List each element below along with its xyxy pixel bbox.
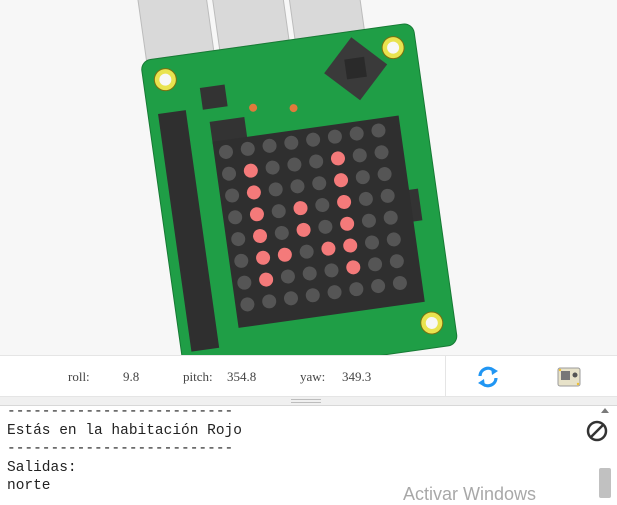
pane-splitter[interactable] [0, 397, 617, 406]
console-scrollbar[interactable] [597, 406, 613, 503]
console-line: -------------------------- [7, 441, 234, 457]
refresh-button[interactable] [472, 363, 504, 391]
pitch-value: 354.8 [227, 369, 257, 384]
pitch-label: pitch: [183, 369, 213, 384]
console-line: Estás en la habitación Rojo [7, 422, 242, 439]
roll-value: 9.8 [123, 369, 140, 384]
orientation-readout: roll: 9.8 pitch: 354.8 yaw: 349.3 [0, 355, 617, 397]
console-line: Salidas: [7, 459, 77, 476]
console-line: norte [7, 478, 51, 494]
scroll-thumb[interactable] [599, 468, 611, 498]
chip [199, 84, 228, 110]
sense-hat-icon [557, 367, 581, 387]
yaw-label: yaw: [300, 369, 326, 384]
sense-hat-emulator[interactable] [0, 0, 617, 355]
console-line: -------------------------- [7, 406, 234, 420]
splitter-grip[interactable] [291, 399, 321, 403]
activate-windows-watermark: Activar Windows [403, 484, 537, 504]
scroll-up-arrow[interactable] [601, 408, 609, 413]
roll-label: roll: [68, 369, 90, 384]
yaw-value: 349.3 [342, 369, 372, 384]
refresh-icon [478, 366, 498, 388]
sense-hat-button[interactable] [554, 363, 584, 391]
readout-divider [445, 356, 446, 397]
